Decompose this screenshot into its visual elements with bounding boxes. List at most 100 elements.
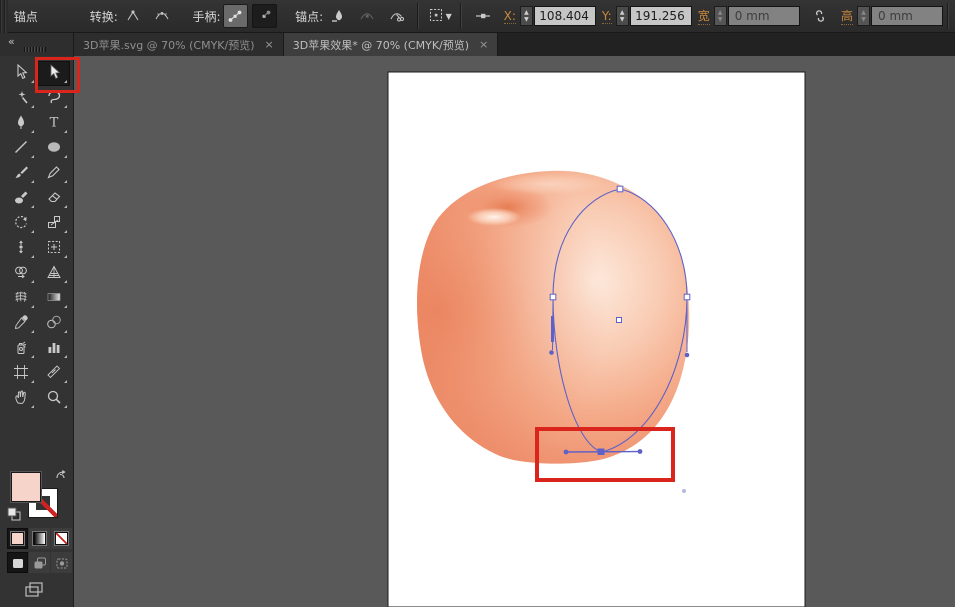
panel-grip-dots (24, 47, 46, 52)
paintbrush-icon (13, 164, 29, 184)
width-stepper: ▲▼ (714, 6, 727, 26)
width-input: 0 mm (728, 6, 800, 26)
rotate-tool[interactable] (4, 211, 37, 236)
ellipse-icon (46, 139, 62, 159)
x-label[interactable]: X: (504, 9, 516, 24)
width-tool[interactable] (4, 236, 37, 261)
convert-group-label: 转换: (90, 8, 118, 25)
magic-wand-tool[interactable] (4, 86, 37, 111)
slice-icon (46, 364, 62, 384)
rotate-icon (13, 214, 29, 234)
none-button[interactable] (51, 528, 72, 549)
column-graph-icon (46, 339, 62, 359)
show-handles-button[interactable] (223, 4, 248, 28)
tab-3d-apple-svg[interactable]: 3D苹果.svg @ 70% (CMYK/预览) × (74, 33, 284, 56)
tab-3d-apple-effect[interactable]: 3D苹果效果* @ 70% (CMYK/预览) × (284, 33, 499, 56)
width-field: 宽 ▲▼ 0 mm (698, 6, 800, 26)
panel-grip[interactable] (0, 0, 8, 33)
tools-panel-header[interactable]: « (0, 33, 74, 56)
separator (417, 3, 419, 29)
artboard-tool[interactable] (4, 361, 37, 386)
symbol-sprayer-tool[interactable] (4, 336, 37, 361)
gradient-tool[interactable] (37, 286, 70, 311)
line-segment-tool[interactable] (4, 136, 37, 161)
x-input[interactable]: 108.404 (534, 6, 596, 26)
svg-text:T: T (49, 115, 58, 130)
draw-inside-button[interactable] (51, 552, 72, 573)
draw-mode-row (0, 552, 74, 573)
artboard-icon (13, 364, 29, 384)
color-mode-row (0, 528, 74, 549)
paintbrush-tool[interactable] (4, 161, 37, 186)
handles-group-label: 手柄: (192, 8, 220, 25)
cut-path-button[interactable] (384, 4, 409, 28)
add-anchor-button[interactable] (355, 4, 380, 28)
hide-handles-button[interactable] (252, 4, 277, 28)
default-fill-stroke-icon[interactable] (6, 506, 22, 526)
pencil-tool[interactable] (37, 161, 70, 186)
select-similar-dropdown[interactable]: ▼ (427, 4, 452, 28)
convert-corner-button[interactable] (120, 4, 145, 28)
separator (460, 3, 462, 29)
type-tool[interactable]: T (37, 111, 70, 136)
free-transform-tool[interactable] (37, 236, 70, 261)
pencil-icon (46, 164, 62, 184)
blob-brush-tool[interactable] (4, 186, 37, 211)
type-icon: T (46, 114, 62, 134)
tools-panel: T (0, 56, 74, 607)
line-segment-icon (13, 139, 29, 159)
mesh-tool[interactable] (4, 286, 37, 311)
convert-smooth-button[interactable] (149, 4, 174, 28)
selection-arrow-icon (13, 64, 29, 84)
screen-mode-button[interactable] (24, 580, 44, 602)
swap-fill-stroke-icon[interactable] (55, 470, 71, 490)
fill-swatch[interactable] (11, 472, 41, 502)
gradient-button[interactable] (29, 528, 50, 549)
y-label[interactable]: Y: (602, 9, 612, 24)
zoom-icon (46, 389, 62, 409)
color-button[interactable] (7, 528, 28, 549)
selection-tool[interactable] (4, 61, 37, 86)
zoom-tool[interactable] (37, 386, 70, 411)
pen-tool[interactable] (4, 111, 37, 136)
shape-builder-tool[interactable] (4, 261, 37, 286)
height-stepper: ▲▼ (857, 6, 870, 26)
perspective-grid-tool[interactable] (37, 261, 70, 286)
height-field: 高 ▲▼ 0 mm (841, 6, 943, 26)
height-label[interactable]: 高 (841, 7, 853, 25)
hand-icon (13, 389, 29, 409)
close-icon[interactable]: × (479, 38, 488, 51)
x-stepper[interactable]: ▲▼ (520, 6, 533, 26)
eraser-tool[interactable] (37, 186, 70, 211)
slice-tool[interactable] (37, 361, 70, 386)
column-graph-tool[interactable] (37, 336, 70, 361)
tab-label: 3D苹果效果* @ 70% (CMYK/预览) (293, 37, 469, 53)
blend-tool[interactable] (37, 311, 70, 336)
collapse-panel-icon[interactable]: « (8, 35, 15, 48)
close-icon[interactable]: × (265, 38, 274, 51)
scale-tool[interactable] (37, 211, 70, 236)
chevron-down-icon: ▼ (446, 12, 452, 21)
draw-behind-button[interactable] (29, 552, 50, 573)
shape-builder-icon (13, 264, 29, 284)
reference-point-button[interactable] (470, 4, 495, 28)
anchor-panel-title: 锚点 (14, 8, 38, 25)
hand-tool[interactable] (4, 386, 37, 411)
scale-icon (46, 214, 62, 234)
eraser-icon (46, 189, 62, 209)
eyedropper-tool[interactable] (4, 311, 37, 336)
eyedropper-icon (13, 314, 29, 334)
draw-normal-button[interactable] (7, 552, 28, 573)
document-tabbar: « 3D苹果.svg @ 70% (CMYK/预览) × 3D苹果效果* @ 7… (0, 33, 955, 56)
y-input[interactable]: 191.256 (630, 6, 692, 26)
x-field: X: ▲▼ 108.404 (504, 6, 596, 26)
delete-anchor-button[interactable] (325, 4, 350, 28)
canvas-area[interactable] (74, 56, 955, 607)
width-label[interactable]: 宽 (698, 7, 710, 25)
y-stepper[interactable]: ▲▼ (616, 6, 629, 26)
width-tool-icon (13, 239, 29, 259)
ellipse-tool[interactable] (37, 136, 70, 161)
link-chain-icon[interactable] (808, 4, 833, 28)
magic-wand-icon (13, 89, 29, 109)
marquee-icon (428, 7, 444, 26)
